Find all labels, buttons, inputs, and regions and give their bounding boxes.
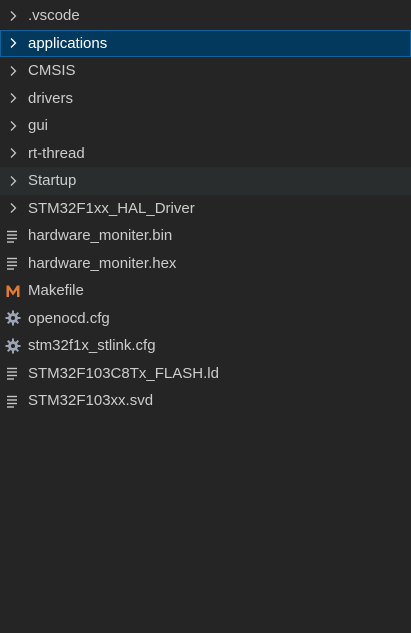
tree-item-label: Makefile: [28, 282, 84, 300]
tree-item-label: stm32f1x_stlink.cfg: [28, 337, 156, 355]
makefile-icon: [5, 283, 21, 299]
tree-item-vscode[interactable]: .vscode: [0, 2, 411, 30]
file-explorer-tree: .vscode applications CMSIS drivers gui r…: [0, 2, 411, 415]
tree-item-gui[interactable]: gui: [0, 112, 411, 140]
tree-item-label: applications: [28, 34, 108, 52]
tree-item-openocd-cfg[interactable]: openocd.cfg: [0, 305, 411, 333]
tree-item-hardware-moniter-hex[interactable]: hardware_moniter.hex: [0, 250, 411, 278]
tree-item-stm32f1x-stlink-cfg[interactable]: stm32f1x_stlink.cfg: [0, 332, 411, 360]
tree-item-stm32f1xx-hal-driver[interactable]: STM32F1xx_HAL_Driver: [0, 195, 411, 223]
tree-item-applications[interactable]: applications: [0, 29, 411, 57]
tree-item-label: .vscode: [28, 7, 80, 25]
chevron-right-icon[interactable]: [5, 8, 21, 24]
chevron-right-icon[interactable]: [5, 145, 21, 161]
tree-item-stm32f103xx-svd[interactable]: STM32F103xx.svd: [0, 387, 411, 415]
chevron-right-icon[interactable]: [5, 173, 21, 189]
tree-item-label: CMSIS: [28, 62, 76, 80]
chevron-right-icon[interactable]: [5, 35, 21, 51]
text-file-icon: [5, 228, 21, 244]
chevron-right-icon[interactable]: [5, 118, 21, 134]
tree-item-startup[interactable]: Startup: [0, 167, 411, 195]
tree-item-cmsis[interactable]: CMSIS: [0, 57, 411, 85]
gear-icon: [5, 338, 21, 354]
text-file-icon: [5, 393, 21, 409]
chevron-right-icon[interactable]: [5, 200, 21, 216]
chevron-right-icon[interactable]: [5, 90, 21, 106]
tree-item-label: rt-thread: [28, 144, 85, 162]
tree-item-stm32f103c8tx-flash-ld[interactable]: STM32F103C8Tx_FLASH.ld: [0, 360, 411, 388]
tree-item-label: drivers: [28, 89, 74, 107]
tree-item-label: STM32F103C8Tx_FLASH.ld: [28, 364, 219, 382]
tree-item-label: Startup: [28, 172, 77, 190]
text-file-icon: [5, 255, 21, 271]
tree-item-rt-thread[interactable]: rt-thread: [0, 140, 411, 168]
chevron-right-icon[interactable]: [5, 63, 21, 79]
tree-item-label: gui: [28, 117, 49, 135]
tree-item-drivers[interactable]: drivers: [0, 85, 411, 113]
tree-item-label: hardware_moniter.hex: [28, 254, 177, 272]
tree-item-label: STM32F103xx.svd: [28, 392, 154, 410]
gear-icon: [5, 310, 21, 326]
tree-item-label: hardware_moniter.bin: [28, 227, 173, 245]
text-file-icon: [5, 365, 21, 381]
tree-item-hardware-moniter-bin[interactable]: hardware_moniter.bin: [0, 222, 411, 250]
tree-item-makefile[interactable]: Makefile: [0, 277, 411, 305]
tree-item-label: openocd.cfg: [28, 309, 110, 327]
tree-item-label: STM32F1xx_HAL_Driver: [28, 199, 195, 217]
